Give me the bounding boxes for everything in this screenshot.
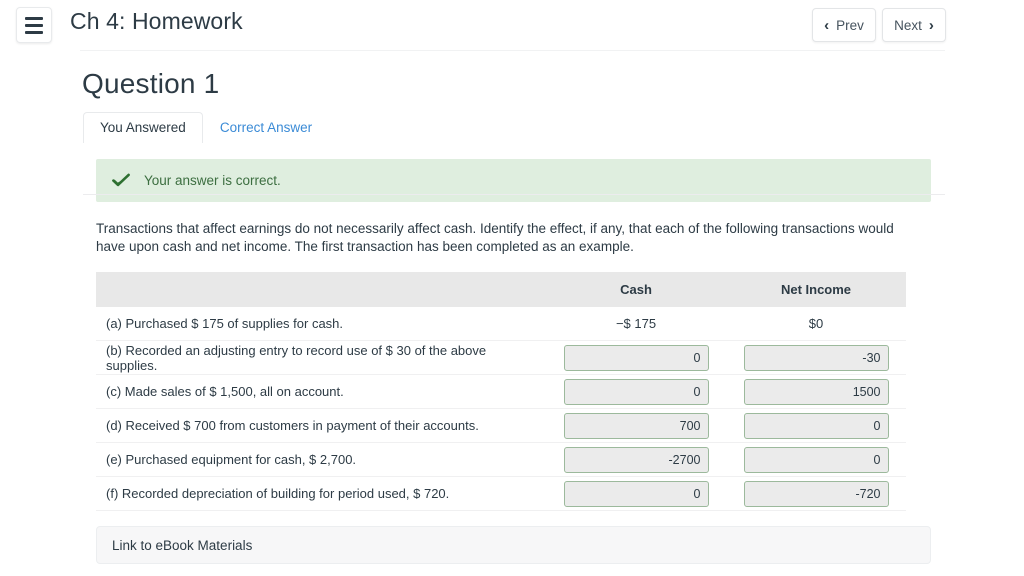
row-description: (b) Recorded an adjusting entry to recor… bbox=[96, 340, 546, 376]
row-net-income-cell bbox=[726, 374, 906, 410]
question-navigation: ‹ Prev Next › bbox=[812, 8, 946, 42]
row-cash-cell bbox=[546, 442, 726, 478]
check-icon bbox=[112, 173, 130, 186]
prev-question-button[interactable]: ‹ Prev bbox=[812, 8, 876, 42]
cash-input[interactable] bbox=[563, 378, 709, 405]
row-net-income-cell bbox=[726, 442, 906, 478]
hamburger-icon-bar bbox=[25, 23, 43, 27]
row-cash-value: −$ 175 bbox=[546, 307, 726, 342]
hamburger-icon-bar bbox=[25, 30, 43, 34]
course-title: Ch 4: Homework bbox=[70, 8, 243, 34]
row-net-income-value: $0 bbox=[726, 307, 906, 342]
status-banner-text: Your answer is correct. bbox=[144, 173, 281, 188]
table-header-row: Cash Net Income bbox=[96, 272, 906, 308]
next-question-button[interactable]: Next › bbox=[882, 8, 946, 42]
column-header-net-income: Net Income bbox=[726, 272, 906, 308]
net-income-input[interactable] bbox=[743, 344, 889, 371]
tab-correct-answer[interactable]: Correct Answer bbox=[203, 112, 329, 143]
net-income-input[interactable] bbox=[743, 480, 889, 507]
table-row: (f) Recorded depreciation of building fo… bbox=[96, 476, 906, 512]
cash-input[interactable] bbox=[563, 344, 709, 371]
top-bar: Ch 4: Homework ‹ Prev Next › bbox=[0, 0, 1024, 50]
row-cash-cell bbox=[546, 340, 726, 376]
chevron-right-icon: › bbox=[928, 16, 934, 34]
row-description: (c) Made sales of $ 1,500, all on accoun… bbox=[96, 374, 546, 410]
ebook-materials-link[interactable]: Link to eBook Materials bbox=[96, 526, 931, 565]
column-header-cash: Cash bbox=[546, 272, 726, 308]
net-income-input[interactable] bbox=[743, 446, 889, 473]
row-description: (a) Purchased $ 175 of supplies for cash… bbox=[96, 307, 546, 342]
row-net-income-cell bbox=[726, 476, 906, 512]
question-prompt: Transactions that affect earnings do not… bbox=[96, 221, 894, 255]
row-cash-cell bbox=[546, 374, 726, 410]
row-net-income-cell bbox=[726, 408, 906, 444]
row-cash-cell bbox=[546, 476, 726, 512]
tab-you-answered[interactable]: You Answered bbox=[83, 111, 203, 143]
hamburger-icon-bar bbox=[25, 16, 43, 20]
main-content: Question 1 You Answered Correct Answer Y… bbox=[0, 50, 1024, 565]
prev-button-label: Prev bbox=[836, 17, 864, 33]
cash-input[interactable] bbox=[563, 412, 709, 439]
net-income-input[interactable] bbox=[743, 412, 889, 439]
cash-input[interactable] bbox=[563, 480, 709, 507]
tab-correct-answer-label: Correct Answer bbox=[219, 119, 313, 135]
hamburger-menu-button[interactable] bbox=[16, 7, 52, 43]
answer-table: Cash Net Income (a) Purchased $ 175 of s… bbox=[96, 272, 906, 512]
table-row: (e) Purchased equipment for cash, $ 2,70… bbox=[96, 442, 906, 478]
table-row: (c) Made sales of $ 1,500, all on accoun… bbox=[96, 374, 906, 410]
tabs-underline bbox=[83, 194, 945, 195]
cash-input[interactable] bbox=[563, 446, 709, 473]
ebook-materials-label: Link to eBook Materials bbox=[112, 537, 253, 553]
row-description: (f) Recorded depreciation of building fo… bbox=[96, 476, 546, 512]
table-row: (d) Received $ 700 from customers in pay… bbox=[96, 408, 906, 444]
status-banner: Your answer is correct. bbox=[96, 159, 931, 202]
table-row: (b) Recorded an adjusting entry to recor… bbox=[96, 340, 906, 376]
row-description: (d) Received $ 700 from customers in pay… bbox=[96, 408, 546, 444]
page-title: Question 1 bbox=[82, 68, 220, 99]
row-description: (e) Purchased equipment for cash, $ 2,70… bbox=[96, 442, 546, 478]
column-header-description bbox=[96, 272, 546, 308]
answer-tabs: You Answered Correct Answer bbox=[0, 111, 1024, 143]
net-income-input[interactable] bbox=[743, 378, 889, 405]
next-button-label: Next bbox=[894, 17, 922, 33]
row-cash-cell bbox=[546, 408, 726, 444]
row-net-income-cell bbox=[726, 340, 906, 376]
tab-you-answered-label: You Answered bbox=[100, 119, 186, 135]
chevron-left-icon: ‹ bbox=[824, 16, 830, 34]
table-row: (a) Purchased $ 175 of supplies for cash… bbox=[96, 307, 906, 342]
